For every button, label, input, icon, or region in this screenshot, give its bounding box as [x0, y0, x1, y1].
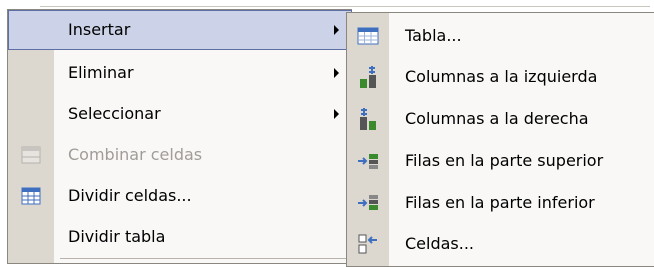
menu-item-label: Eliminar	[68, 63, 134, 82]
submenu-item-columnas-derecha[interactable]: Columnas a la derecha	[347, 99, 654, 139]
insert-rows-below-icon	[356, 191, 380, 215]
submenu-item-label: Tabla...	[405, 26, 462, 45]
menu-item-label: Combinar celdas	[68, 145, 203, 164]
insert-cells-icon	[356, 232, 380, 256]
insert-table-icon	[356, 24, 380, 48]
insert-columns-right-icon	[356, 107, 380, 131]
insert-submenu: Tabla... Columnas a la izquierda Columna	[346, 12, 654, 267]
insert-columns-left-icon	[356, 65, 380, 89]
menu-item-insertar[interactable]: Insertar	[8, 10, 352, 50]
submenu-item-columnas-izquierda[interactable]: Columnas a la izquierda	[347, 57, 654, 97]
submenu-arrow-icon	[334, 25, 339, 35]
submenu-item-celdas[interactable]: Celdas...	[347, 224, 654, 264]
menu-item-eliminar[interactable]: Eliminar	[8, 53, 352, 93]
submenu-item-label: Celdas...	[405, 234, 475, 253]
submenu-item-tabla[interactable]: Tabla...	[347, 16, 654, 56]
submenu-item-label: Filas en la parte inferior	[405, 193, 595, 212]
menu-item-label: Seleccionar	[68, 104, 161, 123]
table-context-menu: Insertar Eliminar Seleccionar Combinar c…	[7, 9, 352, 264]
split-cells-icon	[19, 184, 43, 208]
submenu-item-filas-inferior[interactable]: Filas en la parte inferior	[347, 183, 654, 223]
submenu-item-filas-superior[interactable]: Filas en la parte superior	[347, 141, 654, 181]
submenu-item-label: Columnas a la izquierda	[405, 67, 598, 86]
menu-item-dividir-celdas[interactable]: Dividir celdas...	[8, 176, 352, 216]
menu-item-combinar-celdas[interactable]: Combinar celdas	[8, 135, 352, 175]
menu-item-dividir-tabla[interactable]: Dividir tabla	[8, 217, 352, 257]
top-divider	[40, 6, 650, 7]
submenu-arrow-icon	[334, 68, 339, 78]
merge-cells-icon	[19, 143, 43, 167]
submenu-item-label: Filas en la parte superior	[405, 151, 604, 170]
insert-rows-above-icon	[356, 149, 380, 173]
submenu-arrow-icon	[334, 109, 339, 119]
submenu-item-label: Columnas a la derecha	[405, 109, 589, 128]
menu-separator	[60, 258, 352, 259]
menu-item-label: Dividir celdas...	[68, 186, 192, 205]
menu-item-label: Dividir tabla	[68, 227, 166, 246]
menu-item-label: Insertar	[68, 20, 131, 39]
top-strip	[0, 0, 654, 9]
menu-item-seleccionar[interactable]: Seleccionar	[8, 94, 352, 134]
